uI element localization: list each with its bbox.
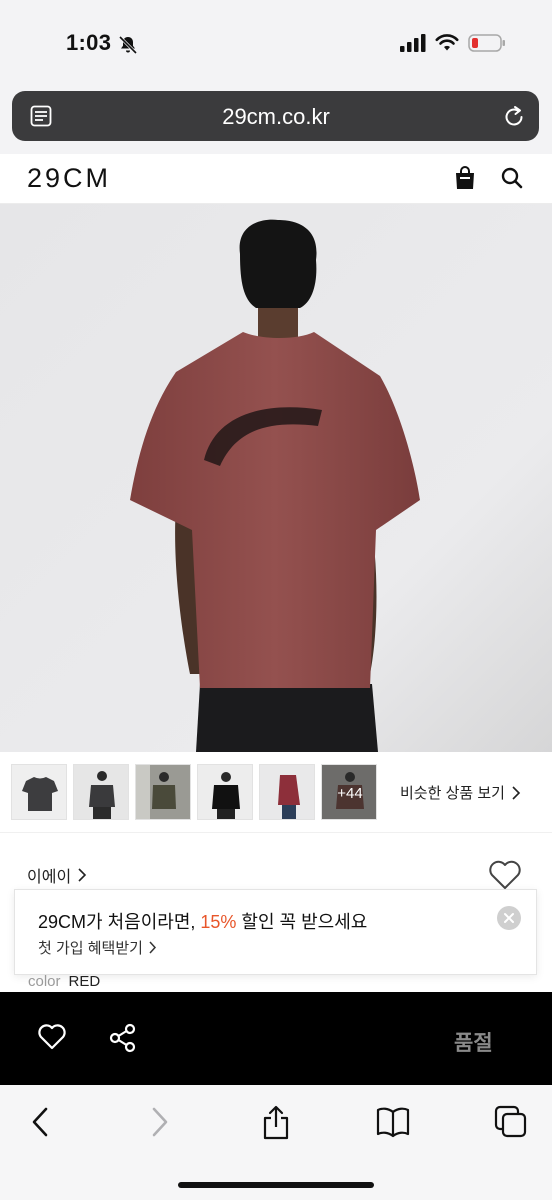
status-icons xyxy=(400,34,506,52)
thumbnail[interactable] xyxy=(11,764,67,820)
product-image[interactable] xyxy=(0,204,552,752)
url-text[interactable]: 29cm.co.kr xyxy=(0,104,552,130)
heart-icon[interactable] xyxy=(488,860,522,890)
signup-benefit-link[interactable]: 첫 가입 혜택받기 xyxy=(38,937,157,958)
wishlist-heart-icon[interactable] xyxy=(37,1023,67,1051)
thumbnail[interactable] xyxy=(259,764,315,820)
brand-name: 이에이 xyxy=(27,869,72,886)
reload-icon[interactable] xyxy=(502,103,526,129)
thumbnail-more[interactable]: +44 xyxy=(321,764,377,820)
color-value: RED xyxy=(68,973,101,990)
signup-benefit-label: 첫 가입 혜택받기 xyxy=(38,940,143,957)
search-icon[interactable] xyxy=(500,166,524,190)
thumbnail[interactable] xyxy=(197,764,253,820)
similar-products-link[interactable]: 비슷한 상품 보기 xyxy=(400,782,521,803)
color-label: color xyxy=(28,973,61,990)
sold-out-button[interactable]: 품절 xyxy=(454,1027,493,1057)
home-indicator xyxy=(178,1182,374,1188)
chevron-right-icon xyxy=(512,785,521,800)
bag-icon[interactable] xyxy=(454,166,476,190)
promo-discount: 15% xyxy=(200,912,237,932)
forward-icon[interactable] xyxy=(148,1105,170,1139)
bell-slash-icon xyxy=(118,35,138,55)
close-icon xyxy=(504,913,514,923)
back-icon[interactable] xyxy=(30,1105,52,1139)
battery-icon xyxy=(468,34,505,52)
divider xyxy=(0,832,552,833)
thumbnail-image xyxy=(12,765,66,819)
status-time: 1:03 xyxy=(66,30,112,55)
more-images-count: +44 xyxy=(322,765,376,819)
thumbnail-image xyxy=(74,765,128,819)
tabs-icon[interactable] xyxy=(494,1105,528,1139)
brand-link[interactable]: 이에이 xyxy=(27,863,87,887)
promo-headline: 29CM가 처음이라면, 15% 할인 꼭 받으세요 xyxy=(38,908,367,934)
thumbnail-image xyxy=(198,765,252,819)
chevron-right-icon xyxy=(78,868,87,882)
promo-suffix: 할인 꼭 받으세요 xyxy=(236,912,368,932)
similar-products-label: 비슷한 상품 보기 xyxy=(400,785,505,802)
thumbnail[interactable] xyxy=(73,764,129,820)
reader-icon[interactable] xyxy=(29,104,53,128)
thumbnail-image xyxy=(136,765,190,819)
promo-close-button[interactable] xyxy=(497,906,521,930)
thumbnail[interactable] xyxy=(135,764,191,820)
bookmarks-icon[interactable] xyxy=(375,1105,411,1139)
share-sheet-icon[interactable] xyxy=(260,1105,292,1141)
promo-prefix: 29CM가 처음이라면, xyxy=(38,912,201,932)
share-icon[interactable] xyxy=(108,1023,138,1053)
site-logo[interactable]: 29CM xyxy=(27,163,111,194)
thumbnail-image xyxy=(260,765,314,819)
product-photo xyxy=(0,204,552,752)
wifi-icon xyxy=(435,34,459,51)
chevron-right-icon xyxy=(149,941,156,954)
color-row: color RED xyxy=(28,973,100,990)
thumbnail-strip: +44 xyxy=(11,764,377,820)
signal-icon xyxy=(400,34,426,52)
